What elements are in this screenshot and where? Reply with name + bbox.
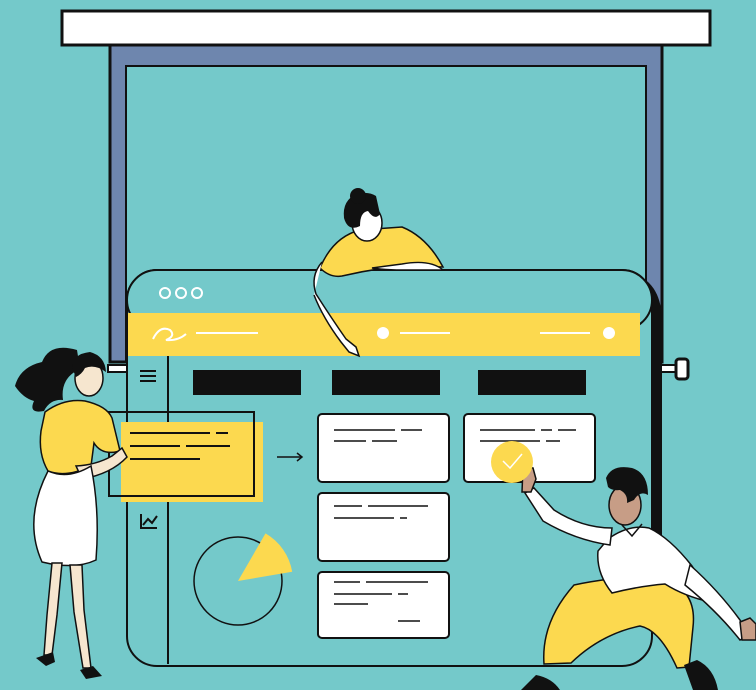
content-card-2: [317, 492, 450, 562]
nav-tab-2: [332, 370, 440, 395]
checkmark-icon: [491, 441, 533, 483]
person-right-hand-back: [739, 617, 756, 641]
nav-tab-3: [478, 370, 586, 395]
nav-tab-1: [193, 370, 301, 395]
illustration-scene: [0, 0, 756, 690]
content-card-3: [317, 571, 450, 639]
slider-dot-1: [377, 327, 389, 339]
illustration-canvas: [0, 0, 756, 690]
person-left-skirt: [33, 464, 98, 567]
highlighted-card: [108, 411, 263, 502]
screen-top-bar: [60, 9, 712, 47]
slider-dot-2: [603, 327, 615, 339]
person-top-hair-bun: [350, 188, 366, 204]
content-card-1: [317, 413, 450, 483]
rod-handle: [674, 357, 690, 381]
